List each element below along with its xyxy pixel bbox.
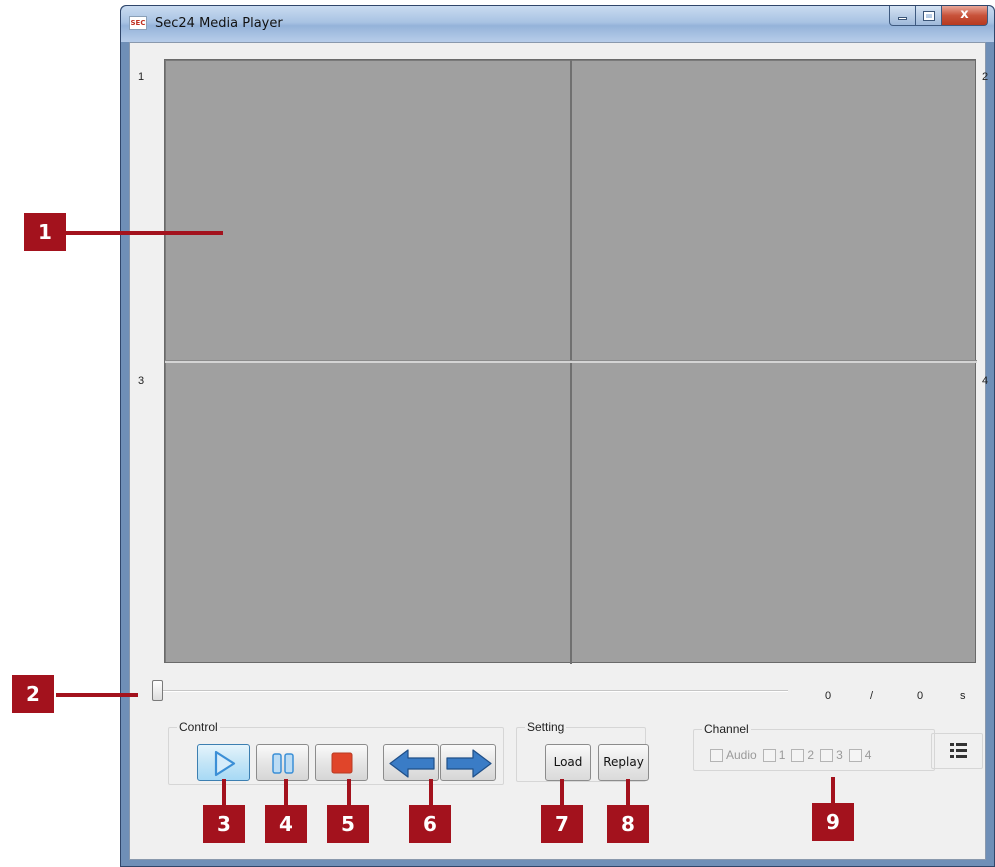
channel-number-1: 1 — [138, 71, 145, 83]
next-button[interactable] — [440, 744, 496, 781]
callout-4-leader — [284, 779, 288, 807]
play-button[interactable] — [197, 744, 250, 781]
window-title: Sec24 Media Player — [155, 16, 283, 31]
callout-7-badge: 7 — [541, 805, 583, 843]
horizontal-divider — [165, 360, 977, 363]
channel-number-2: 2 — [982, 71, 989, 83]
callout-7-leader — [560, 779, 564, 807]
previous-arrow-icon — [389, 749, 435, 778]
client-area: 1 2 3 4 0 / 0 s Control Setting Load Rep… — [129, 42, 989, 860]
time-unit: s — [960, 690, 966, 702]
previous-button[interactable] — [383, 744, 439, 781]
setting-group-label: Setting — [525, 720, 567, 734]
callout-3-badge: 3 — [203, 805, 245, 843]
replay-button[interactable]: Replay — [598, 744, 649, 781]
checkbox-2-label: 2 — [807, 748, 815, 762]
control-group-label: Control — [177, 720, 220, 734]
next-arrow-icon — [446, 749, 492, 778]
media-player-window: SEC Sec24 Media Player x 1 2 3 4 0 / 0 s… — [120, 5, 995, 867]
callout-6-leader — [429, 779, 433, 807]
channel-list-button[interactable] — [931, 733, 983, 769]
play-icon — [214, 750, 236, 777]
app-icon: SEC — [129, 16, 147, 30]
title-bar[interactable]: SEC Sec24 Media Player x — [121, 6, 994, 42]
minimize-icon — [898, 17, 907, 20]
maximize-button[interactable] — [916, 6, 942, 26]
minimize-button[interactable] — [889, 6, 916, 26]
stop-icon — [331, 752, 353, 774]
close-icon: x — [960, 7, 969, 22]
checkbox-1[interactable] — [762, 748, 776, 762]
callout-9-leader — [831, 777, 835, 805]
channel-option-2[interactable]: 2 — [791, 748, 814, 762]
checkbox-4-label: 4 — [864, 748, 872, 762]
pause-button[interactable] — [256, 744, 309, 781]
callout-5-badge: 5 — [327, 805, 369, 843]
close-button[interactable]: x — [942, 6, 988, 26]
channel-number-3: 3 — [138, 375, 145, 387]
caption-buttons: x — [889, 6, 988, 26]
video-pane-2[interactable] — [572, 61, 975, 360]
video-pane-3[interactable] — [166, 363, 570, 662]
channel-option-3[interactable]: 3 — [820, 748, 843, 762]
callout-6-badge: 6 — [409, 805, 451, 843]
current-time: 0 — [825, 690, 832, 702]
callout-2-badge: 2 — [12, 675, 54, 713]
callout-8-badge: 8 — [607, 805, 649, 843]
checkbox-audio-label: Audio — [726, 748, 757, 762]
callout-5-leader — [347, 779, 351, 807]
channel-options: Audio 1 2 3 4 — [710, 748, 877, 762]
playback-slider-track[interactable] — [158, 690, 788, 692]
checkbox-audio[interactable] — [710, 748, 723, 762]
callout-3-leader — [222, 779, 226, 807]
checkbox-3-label: 3 — [836, 748, 843, 762]
channel-number-4: 4 — [982, 375, 989, 387]
video-pane-4[interactable] — [572, 363, 975, 662]
checkbox-3[interactable] — [820, 748, 834, 762]
load-button[interactable]: Load — [545, 744, 591, 781]
total-time: 0 — [917, 690, 924, 702]
callout-8-leader — [626, 779, 630, 807]
channel-option-4[interactable]: 4 — [848, 748, 872, 762]
checkbox-1-label: 1 — [778, 748, 786, 762]
callout-1-badge: 1 — [24, 213, 66, 251]
time-separator: / — [870, 690, 874, 702]
screenshot-stage: SEC Sec24 Media Player x 1 2 3 4 0 / 0 s… — [0, 0, 995, 867]
channel-option-1[interactable]: 1 — [762, 748, 786, 762]
pause-icon — [272, 753, 294, 774]
video-grid — [164, 59, 977, 664]
video-pane-1[interactable] — [166, 61, 570, 360]
callout-2-leader — [56, 693, 138, 697]
list-icon — [950, 743, 967, 758]
maximize-icon — [922, 11, 935, 21]
channel-group-label: Channel — [702, 722, 751, 736]
checkbox-4[interactable] — [848, 748, 862, 762]
callout-4-badge: 4 — [265, 805, 307, 843]
stop-button[interactable] — [315, 744, 368, 781]
playback-slider-thumb[interactable] — [152, 680, 163, 701]
callout-9-badge: 9 — [812, 803, 854, 841]
channel-option-audio[interactable]: Audio — [710, 748, 757, 762]
callout-1-leader — [66, 231, 223, 235]
checkbox-2[interactable] — [791, 748, 805, 762]
